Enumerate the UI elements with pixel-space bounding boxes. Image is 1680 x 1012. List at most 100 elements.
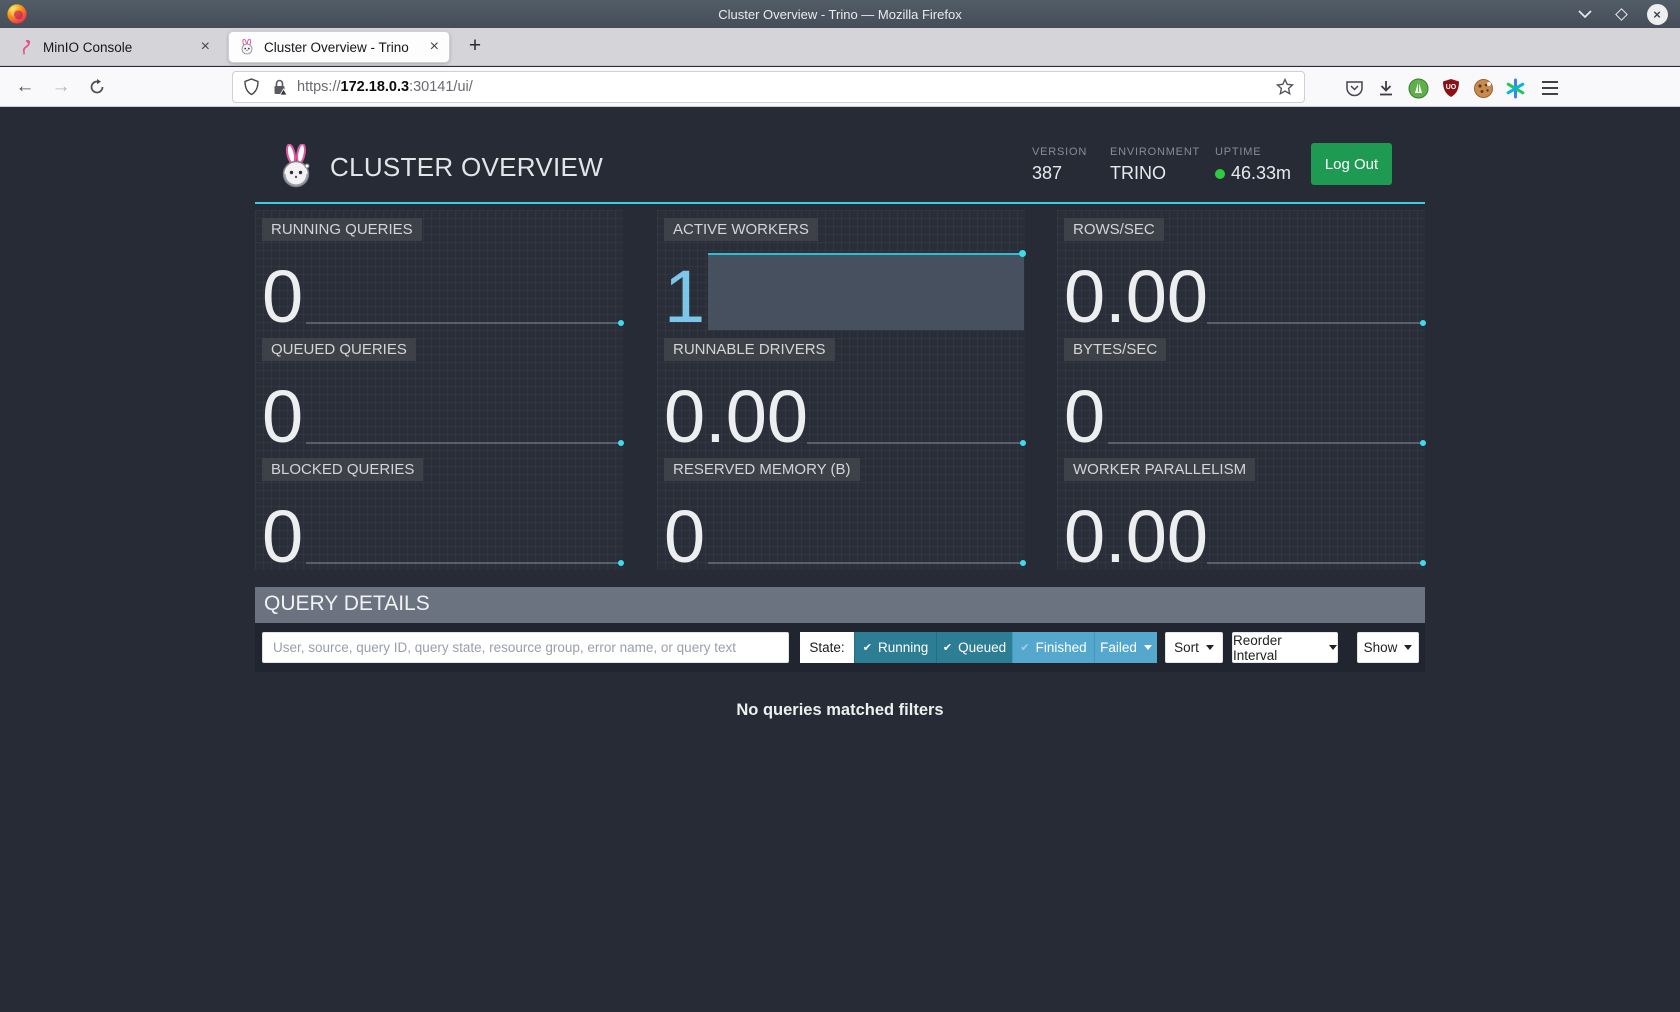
stat-label: RUNNING QUERIES bbox=[262, 218, 422, 241]
pocket-icon[interactable] bbox=[1341, 75, 1367, 101]
chevron-down-icon bbox=[1404, 645, 1412, 650]
ublock-origin-icon[interactable]: UO bbox=[1438, 75, 1464, 101]
url-text: https://172.18.0.3:30141/ui/ bbox=[297, 79, 473, 95]
stat-label: BYTES/SEC bbox=[1064, 338, 1166, 361]
chevron-down-icon bbox=[1144, 645, 1152, 650]
uptime-status-dot bbox=[1215, 169, 1225, 179]
logout-button[interactable]: Log Out bbox=[1311, 143, 1392, 185]
bookmark-star-icon[interactable] bbox=[1276, 78, 1294, 96]
show-dropdown[interactable]: Show bbox=[1357, 632, 1419, 663]
url-path: :30141/ui/ bbox=[409, 79, 473, 95]
state-filter-running[interactable]: ✔Running bbox=[854, 632, 936, 663]
environment-meta: ENVIRONMENT TRINO bbox=[1110, 146, 1200, 184]
stat-label: ROWS/SEC bbox=[1064, 218, 1164, 241]
state-filter-group: State: ✔Running ✔Queued ✔Finished Failed bbox=[800, 632, 1157, 663]
download-icon[interactable] bbox=[1373, 75, 1399, 101]
stat-value: 0.00 bbox=[664, 380, 808, 454]
stat-label: ACTIVE WORKERS bbox=[664, 218, 818, 241]
window-titlebar: Cluster Overview - Trino — Mozilla Firef… bbox=[0, 0, 1680, 28]
trino-bunny-icon bbox=[239, 39, 255, 55]
sparkline bbox=[708, 562, 1024, 564]
sort-dropdown[interactable]: Sort bbox=[1165, 632, 1223, 663]
stat-value: 0 bbox=[262, 380, 303, 454]
stat-label: BLOCKED QUERIES bbox=[262, 458, 423, 481]
reload-icon[interactable] bbox=[84, 74, 110, 100]
lock-warning-icon[interactable] bbox=[272, 78, 287, 96]
trino-bunny-logo bbox=[279, 144, 313, 192]
firefox-icon bbox=[6, 3, 28, 25]
sparkline bbox=[1207, 562, 1424, 564]
tab-cluster-overview[interactable]: Cluster Overview - Trino × bbox=[228, 31, 450, 63]
url-bar[interactable]: https://172.18.0.3:30141/ui/ bbox=[232, 71, 1305, 103]
stat-card-active-workers: ACTIVE WORKERS 1 bbox=[657, 210, 1025, 330]
version-label: VERSION bbox=[1032, 146, 1087, 158]
state-filter-queued[interactable]: ✔Queued bbox=[936, 632, 1012, 663]
stat-value: 0 bbox=[262, 260, 303, 334]
privacy-badger-icon[interactable] bbox=[1405, 75, 1431, 101]
asterisk-extension-icon[interactable] bbox=[1502, 75, 1528, 101]
query-details-section: QUERY DETAILS State: ✔Running ✔Queued ✔F… bbox=[255, 587, 1425, 748]
stat-label: RUNNABLE DRIVERS bbox=[664, 338, 835, 361]
stat-value: 0 bbox=[262, 500, 303, 574]
stat-card-bytes-sec: BYTES/SEC 0 bbox=[1057, 330, 1425, 450]
menu-hamburger-icon[interactable] bbox=[1537, 75, 1563, 101]
tab-close-icon[interactable]: × bbox=[416, 38, 439, 56]
check-icon: ✔ bbox=[863, 641, 872, 654]
sparkline bbox=[1108, 442, 1424, 444]
stat-value: 0 bbox=[664, 500, 705, 574]
stat-value: 1 bbox=[664, 260, 705, 334]
version-meta: VERSION 387 bbox=[1032, 146, 1087, 184]
url-scheme: https:// bbox=[297, 79, 341, 95]
tab-label: Cluster Overview - Trino bbox=[264, 40, 409, 55]
cluster-header: CLUSTER OVERVIEW VERSION 387 ENVIRONMENT… bbox=[255, 130, 1425, 204]
cookie-icon[interactable] bbox=[1470, 75, 1496, 101]
stat-card-worker-parallelism: WORKER PARALLELISM 0.00 bbox=[1057, 450, 1425, 570]
tab-close-icon[interactable]: × bbox=[187, 38, 210, 56]
stat-card-blocked-queries: BLOCKED QUERIES 0 bbox=[255, 450, 623, 570]
back-button[interactable]: ← bbox=[12, 74, 38, 100]
tab-minio-console[interactable]: MinIO Console × bbox=[8, 32, 220, 62]
tracking-shield-icon[interactable] bbox=[243, 78, 260, 96]
stat-card-runnable-drivers: RUNNABLE DRIVERS 0.00 bbox=[657, 330, 1025, 450]
window-maximize-icon[interactable] bbox=[1610, 3, 1632, 25]
stat-card-reserved-memory: RESERVED MEMORY (B) 0 bbox=[657, 450, 1025, 570]
sparkline bbox=[306, 562, 622, 564]
tab-label: MinIO Console bbox=[43, 40, 132, 55]
window-minimize-icon[interactable] bbox=[1574, 3, 1596, 25]
environment-value: TRINO bbox=[1110, 163, 1200, 184]
check-icon: ✔ bbox=[943, 641, 952, 654]
forward-button[interactable]: → bbox=[48, 74, 74, 100]
sparkline-filled bbox=[708, 253, 1024, 330]
browser-window: Cluster Overview - Trino — Mozilla Firef… bbox=[0, 0, 1680, 1012]
reorder-interval-dropdown[interactable]: Reorder Interval bbox=[1232, 632, 1338, 663]
window-title: Cluster Overview - Trino — Mozilla Firef… bbox=[718, 7, 961, 22]
environment-label: ENVIRONMENT bbox=[1110, 146, 1200, 158]
window-close-icon[interactable]: × bbox=[1646, 3, 1668, 25]
uptime-meta: UPTIME 46.33m bbox=[1215, 146, 1291, 184]
stat-value: 0 bbox=[1064, 380, 1105, 454]
sparkline bbox=[306, 322, 622, 324]
stats-grid: RUNNING QUERIES 0 ACTIVE WORKERS 1 ROWS/… bbox=[255, 210, 1425, 572]
query-search-input[interactable] bbox=[262, 632, 789, 663]
stat-card-running-queries: RUNNING QUERIES 0 bbox=[255, 210, 623, 330]
sparkline bbox=[807, 442, 1024, 444]
state-filter-finished[interactable]: ✔Finished bbox=[1012, 632, 1094, 663]
uptime-value: 46.33m bbox=[1231, 163, 1291, 183]
stat-value: 0.00 bbox=[1064, 500, 1208, 574]
stat-label: RESERVED MEMORY (B) bbox=[664, 458, 860, 481]
empty-queries-message: No queries matched filters bbox=[255, 672, 1425, 748]
uptime-label: UPTIME bbox=[1215, 146, 1291, 158]
page-title: CLUSTER OVERVIEW bbox=[330, 152, 603, 183]
stat-label: WORKER PARALLELISM bbox=[1064, 458, 1255, 481]
query-details-title: QUERY DETAILS bbox=[255, 587, 1425, 623]
sparkline bbox=[1207, 322, 1424, 324]
svg-text:UO: UO bbox=[1446, 84, 1457, 91]
state-filter-failed-dropdown[interactable]: Failed bbox=[1094, 632, 1157, 663]
check-icon: ✔ bbox=[1020, 641, 1029, 654]
url-host: 172.18.0.3 bbox=[341, 79, 410, 95]
state-filter-label: State: bbox=[800, 632, 854, 663]
new-tab-button[interactable]: + bbox=[462, 34, 488, 58]
stat-value: 0.00 bbox=[1064, 260, 1208, 334]
stat-card-queued-queries: QUEUED QUERIES 0 bbox=[255, 330, 623, 450]
browser-toolbar: ← → https://172.18.0.3:30141/ui/ bbox=[0, 67, 1680, 107]
